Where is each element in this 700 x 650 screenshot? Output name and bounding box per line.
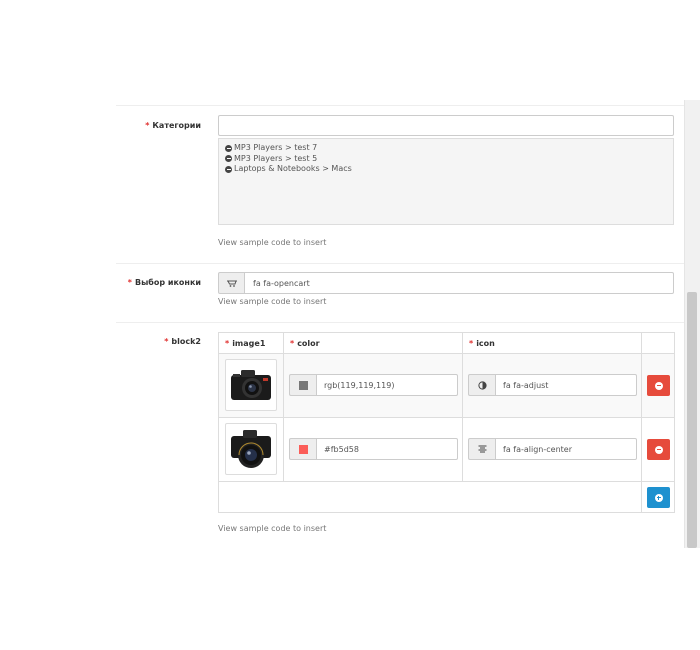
block2-help-link[interactable]: View sample code to insert	[218, 524, 326, 533]
block2-table: * image1 * color * icon rgb(119,119,119)…	[218, 332, 675, 513]
required-marker: *	[145, 121, 150, 130]
icon-select-label: * Выбор иконки	[116, 278, 201, 287]
column-header-color: * color	[283, 332, 463, 354]
color-swatch	[298, 444, 308, 454]
color-input[interactable]: #fb5d58	[316, 438, 458, 460]
image-thumbnail[interactable]	[225, 359, 277, 411]
required-marker: *	[164, 337, 169, 346]
image-cell	[218, 417, 284, 482]
category-item-label: MP3 Players > test 7	[234, 143, 318, 152]
icon-input-group: fa fa-align-center	[468, 438, 637, 460]
opencart-glyph	[226, 280, 237, 287]
icon-cell: fa fa-align-center	[462, 417, 642, 482]
table-header-row: * image1 * color * icon	[218, 332, 675, 354]
action-cell	[641, 353, 675, 418]
remove-circle-icon[interactable]	[225, 165, 232, 173]
categories-help-link[interactable]: View sample code to insert	[218, 238, 326, 247]
column-header-action	[641, 332, 675, 354]
remove-circle-icon[interactable]	[225, 144, 232, 152]
icon-input-group: fa fa-adjust	[468, 374, 637, 396]
category-item-label: MP3 Players > test 5	[234, 153, 318, 163]
icon-cell: fa fa-adjust	[462, 353, 642, 418]
action-cell	[641, 417, 675, 482]
required-marker: *	[127, 278, 132, 287]
remove-row-button[interactable]	[647, 375, 670, 396]
color-cell: #fb5d58	[283, 417, 463, 482]
category-item-label: Laptops & Notebooks > Macs	[234, 164, 352, 173]
color-input[interactable]: rgb(119,119,119)	[316, 374, 458, 396]
image-cell	[218, 353, 284, 418]
adjust-glyph	[477, 380, 487, 390]
icon-input[interactable]: fa fa-adjust	[495, 374, 637, 396]
minus-circle-icon	[654, 445, 663, 454]
color-swatch-button[interactable]	[289, 438, 316, 460]
categories-label: * Категории	[116, 121, 201, 130]
table-footer-row	[218, 481, 675, 513]
divider-top	[116, 105, 684, 106]
category-item[interactable]: MP3 Players > test 5	[225, 154, 667, 165]
column-header-icon: * icon	[462, 332, 642, 354]
icon-input[interactable]: fa fa-align-center	[495, 438, 637, 460]
icon-select-label-text: Выбор иконки	[134, 278, 201, 287]
block2-label: * block2	[116, 337, 201, 346]
footer-empty-cell	[218, 481, 642, 513]
color-cell: rgb(119,119,119)	[283, 353, 463, 418]
remove-row-button[interactable]	[647, 439, 670, 460]
icon-select-input[interactable]: fa fa-opencart	[244, 272, 674, 294]
category-item[interactable]: Laptops & Notebooks > Macs	[225, 164, 667, 175]
opencart-icon	[218, 272, 245, 294]
plus-circle-icon	[654, 493, 663, 502]
camera-icon	[231, 430, 271, 468]
camera-icon	[231, 370, 271, 400]
adjust-icon[interactable]	[468, 374, 495, 396]
categories-input[interactable]	[218, 115, 674, 136]
column-header-image: * image1	[218, 332, 284, 354]
align-center-icon[interactable]	[468, 438, 495, 460]
add-cell	[641, 481, 675, 513]
color-input-group: rgb(119,119,119)	[289, 374, 458, 396]
color-swatch	[298, 380, 308, 390]
table-row: rgb(119,119,119) fa fa-adjust	[218, 353, 675, 418]
color-swatch-button[interactable]	[289, 374, 316, 396]
minus-circle-icon	[654, 381, 663, 390]
category-item[interactable]: MP3 Players > test 7	[225, 143, 667, 154]
remove-circle-icon[interactable]	[225, 155, 232, 163]
scrollbar-thumb[interactable]	[687, 292, 697, 548]
image-thumbnail[interactable]	[225, 423, 277, 475]
table-row: #fb5d58 fa fa-align-center	[218, 417, 675, 482]
color-input-group: #fb5d58	[289, 438, 458, 460]
add-row-button[interactable]	[647, 487, 670, 508]
align-center-glyph	[478, 445, 486, 453]
divider-icon	[116, 322, 684, 323]
block2-label-text: block2	[171, 337, 201, 346]
icon-select-help-link[interactable]: View sample code to insert	[218, 297, 326, 306]
divider-categories	[116, 263, 684, 264]
categories-list: MP3 Players > test 7 MP3 Players > test …	[218, 138, 674, 225]
categories-label-text: Категории	[152, 121, 201, 130]
